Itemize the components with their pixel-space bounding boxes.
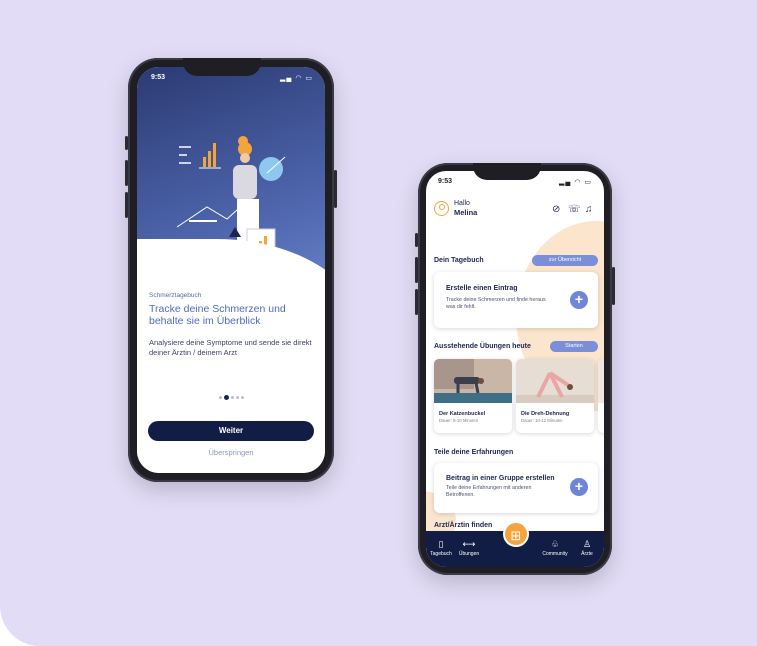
nav-label: Tagebuch: [430, 551, 452, 557]
page-dot[interactable]: [219, 396, 222, 399]
card-text: Teile deine Erfahrungen mit anderen Betr…: [446, 485, 532, 498]
grid-icon[interactable]: ⊞: [503, 521, 529, 547]
nav-exercises[interactable]: ⟷ Übungen: [454, 539, 484, 557]
power-button: [612, 267, 615, 305]
volume-down-button: [415, 289, 418, 315]
card-title: Beitrag in einer Gruppe erstellen: [446, 475, 555, 482]
exercise-photo: [516, 359, 594, 403]
line-graph: [176, 200, 248, 228]
add-entry-icon[interactable]: +: [570, 291, 588, 309]
status-icons: ▂▄ ◠ ▭: [280, 75, 313, 82]
nav-label: Community: [542, 551, 568, 557]
nav-label: Übungen: [458, 551, 480, 557]
user-name: Melina: [454, 208, 478, 217]
nav-community[interactable]: ♧ Community: [540, 539, 570, 557]
mute-switch: [415, 233, 418, 247]
status-time: 9:53: [151, 74, 166, 81]
onboarding-subtitle: Schmerztagebuch: [149, 292, 202, 299]
exercise-duration: Dauer: 10-12 Minuten: [521, 418, 563, 423]
exercise-card[interactable]: Der Katzenbuckel Dauer: 5-10 Minuten: [434, 359, 512, 433]
onboarding-screen: 9:53 ▂▄ ◠ ▭ Schmerztagebuch Tracke deine…: [137, 67, 325, 473]
page-background: [0, 0, 757, 646]
exercise-photo: [434, 359, 512, 403]
doctor-section-title: Arzt/Ärztin finden: [434, 522, 493, 529]
volume-up-button: [415, 257, 418, 283]
nav-label: Ärzte: [581, 551, 593, 557]
start-button[interactable]: Starten: [550, 341, 598, 352]
notch: [473, 163, 541, 180]
status-icons: ▂▄ ◠ ▭: [559, 179, 592, 186]
nav-diary[interactable]: ▯ Tagebuch: [426, 539, 456, 557]
greeting: Hallo: [454, 200, 470, 207]
page-dot[interactable]: [231, 396, 234, 399]
diary-section-title: Dein Tagebuch: [434, 257, 484, 264]
exercise-name: Die Dreh-Dehnung: [521, 411, 570, 417]
overview-button[interactable]: zur Übersicht: [532, 255, 598, 266]
page-dot-active[interactable]: [224, 395, 229, 400]
community-section-title: Teile deine Erfahrungen: [434, 449, 514, 456]
exercise-card[interactable]: Die Dreh-Dehnung Dauer: 10-12 Minuten: [516, 359, 594, 433]
book-icon: ▯: [438, 539, 444, 549]
phone-dashboard: 9:53 ▂▄ ◠ ▭ Hallo Melina ⊘ ☏ ♫ Dein Tage…: [415, 163, 615, 575]
card-title: Erstelle einen Eintrag: [446, 285, 518, 292]
nav-doctors[interactable]: ♙ Ärzte: [572, 539, 602, 557]
exercise-duration: Dauer: 5-10 Minuten: [439, 418, 479, 423]
chat-icon[interactable]: ☏: [568, 204, 581, 215]
page-dot[interactable]: [236, 396, 239, 399]
phone-onboarding: 9:53 ▂▄ ◠ ▭ Schmerztagebuch Tracke deine…: [125, 58, 337, 482]
next-button[interactable]: Weiter: [148, 421, 314, 441]
add-post-icon[interactable]: +: [570, 478, 588, 496]
create-post-card[interactable]: Beitrag in einer Gruppe erstellen Teile …: [434, 463, 598, 513]
notch: [183, 58, 261, 76]
community-icon: ♧: [550, 539, 560, 549]
exercise-card-partial[interactable]: [598, 359, 604, 433]
volume-up-button: [125, 160, 128, 186]
page-indicator[interactable]: [219, 395, 244, 400]
dumbbell-icon: ⟷: [462, 539, 476, 549]
onboarding-description: Analysiere deine Symptome und sende sie …: [149, 338, 312, 357]
user-avatar-icon[interactable]: [434, 201, 449, 216]
volume-down-button: [125, 192, 128, 218]
dashboard-screen: 9:53 ▂▄ ◠ ▭ Hallo Melina ⊘ ☏ ♫ Dein Tage…: [426, 171, 604, 567]
skip-link[interactable]: Überspringen: [137, 448, 325, 457]
status-time: 9:53: [438, 178, 453, 185]
power-button: [334, 170, 337, 208]
bar-chart-icon: [179, 143, 221, 169]
onboarding-title: Tracke deine Schmerzen und behalte sie i…: [149, 303, 286, 327]
exercise-name: Der Katzenbuckel: [439, 411, 486, 417]
pill-icon[interactable]: ⊘: [552, 204, 560, 215]
card-text: Tracke deine Schmerzen und finde heraus …: [446, 297, 546, 310]
page-dot[interactable]: [241, 396, 244, 399]
create-entry-card[interactable]: Erstelle einen Eintrag Tracke deine Schm…: [434, 272, 598, 328]
exercises-section-title: Ausstehende Übungen heute: [434, 343, 531, 350]
mute-switch: [125, 136, 128, 150]
doctor-icon: ♙: [582, 539, 592, 549]
bell-icon[interactable]: ♫: [585, 204, 593, 215]
